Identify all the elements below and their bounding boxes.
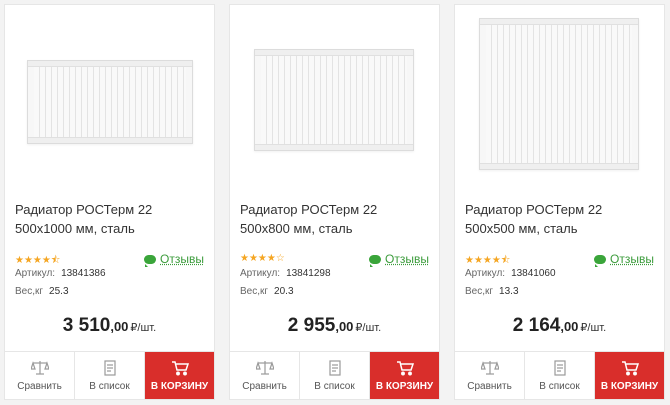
chat-bubble-icon — [594, 254, 607, 267]
price-cents: ,00 — [110, 319, 129, 334]
reviews-link[interactable]: Отзывы — [144, 252, 204, 267]
cart-icon — [621, 360, 639, 375]
price: 2 164,00 ₽/шт. — [455, 315, 664, 337]
cart-label: В КОРЗИНУ — [600, 380, 659, 392]
chat-bubble-icon — [369, 254, 382, 267]
list-label: В список — [314, 380, 355, 392]
sku-row: Артикул: 13841060 — [465, 268, 556, 279]
product-card: Радиатор РОСТерм 22 500x1000 мм, сталь ★… — [4, 4, 215, 400]
weight-label: Вес,кг — [465, 286, 494, 297]
price-main: 2 164 — [512, 315, 561, 336]
document-icon — [328, 359, 341, 376]
product-image[interactable] — [455, 5, 664, 190]
rating-stars: ★★★★☆ — [240, 253, 285, 264]
product-title[interactable]: Радиатор РОСТерм 22 500x1000 мм, сталь — [15, 200, 204, 238]
reviews-label: Отзывы — [385, 252, 429, 266]
weight-value: 13.3 — [499, 286, 519, 297]
radiator-image — [27, 60, 193, 144]
add-to-list-button[interactable]: В список — [300, 352, 370, 399]
reviews-label: Отзывы — [610, 252, 654, 266]
document-icon — [103, 359, 116, 376]
sku-row: Артикул: 13841298 — [240, 268, 331, 279]
product-image[interactable] — [230, 5, 439, 190]
reviews-link[interactable]: Отзывы — [369, 252, 429, 267]
compare-label: Сравнить — [242, 380, 287, 392]
weight-row: Вес,кг 25.3 — [15, 286, 69, 297]
compare-button[interactable]: Сравнить — [230, 352, 300, 399]
document-icon — [553, 359, 566, 376]
cart-label: В КОРЗИНУ — [150, 380, 209, 392]
add-to-cart-button[interactable]: В КОРЗИНУ — [145, 352, 214, 399]
product-card: Радиатор РОСТерм 22 500x500 мм, сталь ★★… — [454, 4, 665, 400]
cart-icon — [171, 360, 189, 375]
weight-label: Вес,кг — [15, 286, 44, 297]
cart-label: В КОРЗИНУ — [375, 380, 434, 392]
product-image[interactable] — [5, 5, 214, 190]
radiator-image — [479, 18, 639, 170]
price-unit: ₽/шт. — [130, 322, 157, 334]
price-unit: ₽/шт. — [355, 322, 382, 334]
sku-label: Артикул: — [15, 268, 56, 279]
product-title[interactable]: Радиатор РОСТерм 22 500x800 мм, сталь — [240, 200, 429, 238]
price-main: 2 955 — [287, 315, 336, 336]
product-card: Радиатор РОСТерм 22 500x800 мм, сталь ★★… — [229, 4, 440, 400]
product-title[interactable]: Радиатор РОСТерм 22 500x500 мм, сталь — [465, 200, 654, 238]
reviews-link[interactable]: Отзывы — [594, 252, 654, 267]
price-unit: ₽/шт. — [580, 322, 607, 334]
radiator-image — [254, 49, 414, 151]
scales-icon — [30, 360, 49, 375]
weight-row: Вес,кг 20.3 — [240, 286, 294, 297]
compare-label: Сравнить — [467, 380, 512, 392]
add-to-cart-button[interactable]: В КОРЗИНУ — [370, 352, 439, 399]
list-label: В список — [539, 380, 580, 392]
price-main: 3 510 — [62, 315, 111, 336]
compare-button[interactable]: Сравнить — [455, 352, 525, 399]
scales-icon — [255, 360, 274, 375]
weight-row: Вес,кг 13.3 — [465, 286, 519, 297]
add-to-list-button[interactable]: В список — [75, 352, 145, 399]
card-actions: Сравнить В список В КОРЗИНУ — [455, 351, 664, 399]
list-label: В список — [89, 380, 130, 392]
chat-bubble-icon — [144, 254, 157, 267]
card-actions: Сравнить В список В КОРЗИНУ — [5, 351, 214, 399]
add-to-cart-button[interactable]: В КОРЗИНУ — [595, 352, 664, 399]
compare-button[interactable]: Сравнить — [5, 352, 75, 399]
cart-icon — [396, 360, 414, 375]
card-actions: Сравнить В список В КОРЗИНУ — [230, 351, 439, 399]
price-cents: ,00 — [335, 319, 354, 334]
add-to-list-button[interactable]: В список — [525, 352, 595, 399]
price: 3 510,00 ₽/шт. — [5, 315, 214, 337]
sku-row: Артикул: 13841386 — [15, 268, 106, 279]
scales-icon — [480, 360, 499, 375]
compare-label: Сравнить — [17, 380, 62, 392]
sku-label: Артикул: — [465, 268, 506, 279]
weight-value: 20.3 — [274, 286, 294, 297]
sku-value: 13841386 — [61, 268, 106, 279]
reviews-label: Отзывы — [160, 252, 204, 266]
sku-value: 13841060 — [511, 268, 556, 279]
price-cents: ,00 — [560, 319, 579, 334]
weight-label: Вес,кг — [240, 286, 269, 297]
sku-label: Артикул: — [240, 268, 281, 279]
sku-value: 13841298 — [286, 268, 331, 279]
weight-value: 25.3 — [49, 286, 69, 297]
price: 2 955,00 ₽/шт. — [230, 315, 439, 337]
